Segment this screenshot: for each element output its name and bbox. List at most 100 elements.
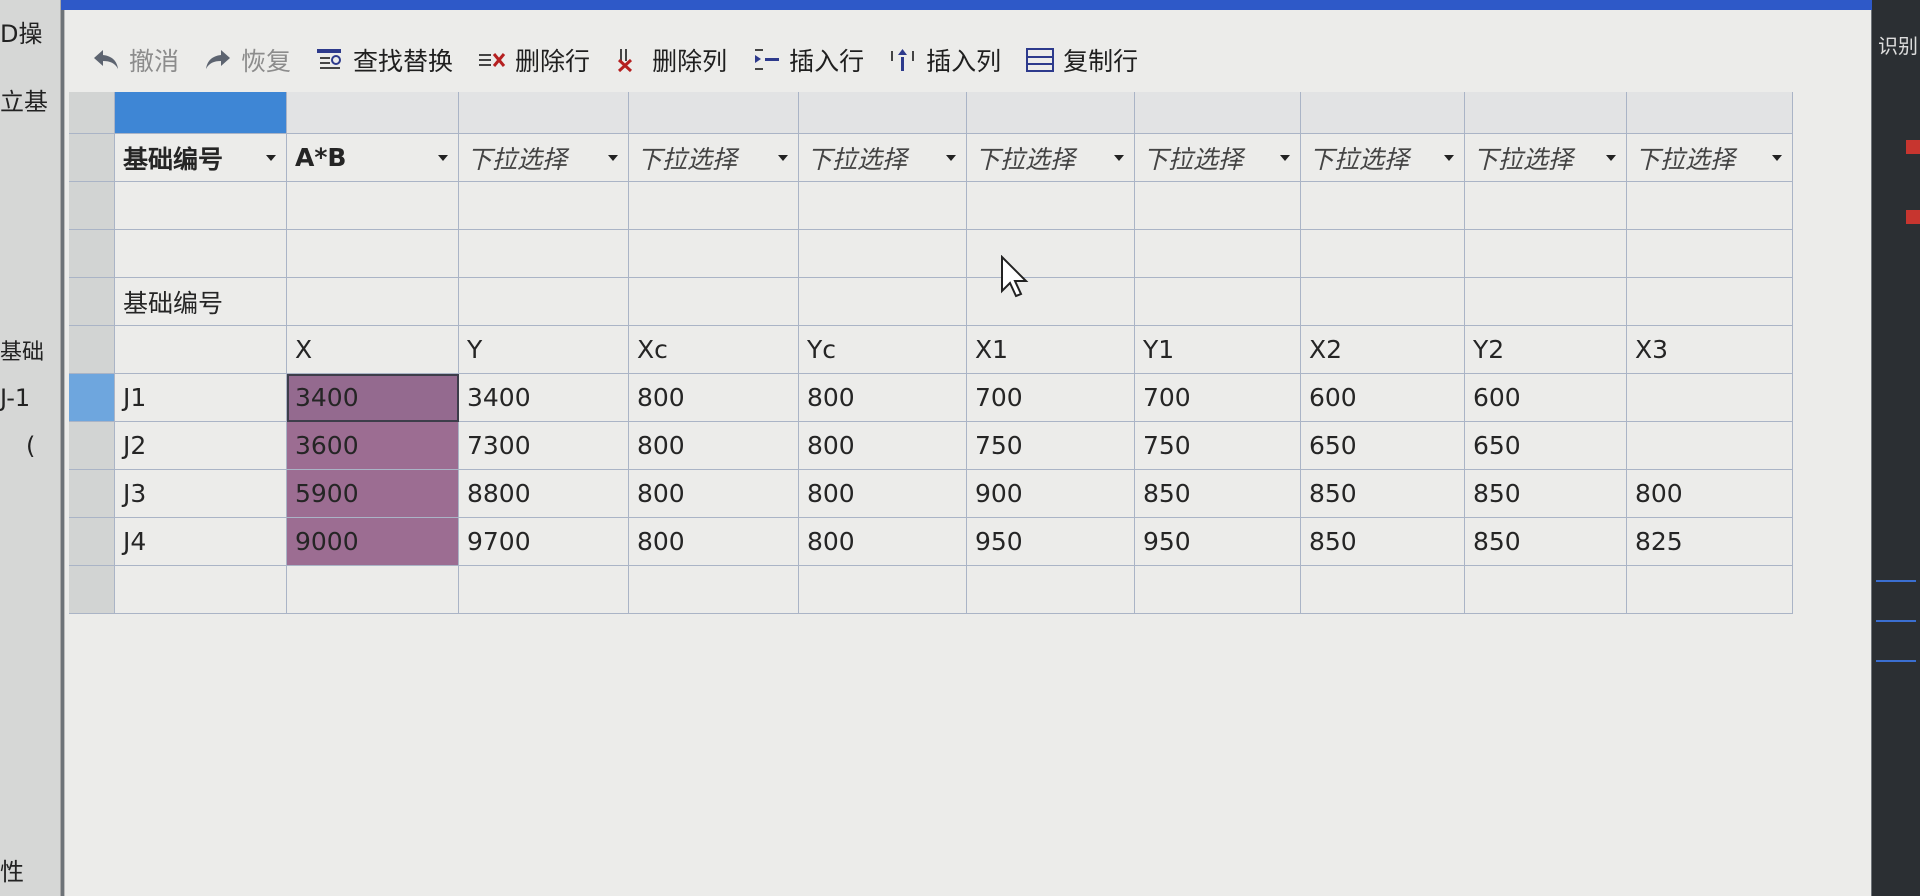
column-header[interactable] (459, 92, 629, 134)
table-cell[interactable] (1627, 422, 1793, 470)
table-cell[interactable] (1465, 230, 1627, 278)
table-cell[interactable] (967, 182, 1135, 230)
column-header[interactable] (967, 92, 1135, 134)
header-cell[interactable]: Xc (629, 326, 799, 374)
table-cell[interactable]: J3 (115, 470, 287, 518)
dropdown-cell[interactable]: 下拉选择 (1301, 134, 1465, 182)
table-cell[interactable]: 800 (799, 470, 967, 518)
header-cell[interactable]: X (287, 326, 459, 374)
table-cell[interactable] (629, 278, 799, 326)
table-cell[interactable]: 3600 (287, 422, 459, 470)
table-cell[interactable] (1465, 566, 1627, 614)
table-cell[interactable] (799, 278, 967, 326)
table-cell[interactable]: 850 (1301, 518, 1465, 566)
table-cell[interactable]: 800 (799, 422, 967, 470)
table-cell[interactable] (1135, 230, 1301, 278)
table-cell[interactable] (1301, 278, 1465, 326)
insert-col-button[interactable]: 插入列 (888, 42, 1001, 78)
table-cell[interactable]: 700 (967, 374, 1135, 422)
chevron-down-icon[interactable] (1280, 154, 1290, 161)
table-cell[interactable]: 600 (1465, 374, 1627, 422)
row-header[interactable] (69, 278, 115, 326)
table-cell[interactable] (287, 182, 459, 230)
table-cell[interactable]: 800 (629, 374, 799, 422)
undo-button[interactable]: 撤消 (91, 42, 179, 78)
column-header[interactable] (799, 92, 967, 134)
table-cell[interactable] (459, 230, 629, 278)
column-header[interactable] (115, 92, 287, 134)
table-cell[interactable] (1627, 182, 1793, 230)
row-header[interactable] (69, 518, 115, 566)
table-cell[interactable]: 850 (1301, 470, 1465, 518)
row-header[interactable] (69, 374, 115, 422)
table-cell[interactable]: 800 (799, 518, 967, 566)
table-cell[interactable]: 9700 (459, 518, 629, 566)
dropdown-cell[interactable]: 下拉选择 (1135, 134, 1301, 182)
table-cell[interactable] (287, 566, 459, 614)
table-cell[interactable] (1135, 566, 1301, 614)
table-cell[interactable] (629, 230, 799, 278)
table-cell[interactable]: 700 (1135, 374, 1301, 422)
header-cell[interactable]: Y1 (1135, 326, 1301, 374)
table-cell[interactable] (459, 278, 629, 326)
table-cell[interactable]: 950 (967, 518, 1135, 566)
table-cell[interactable] (799, 230, 967, 278)
dropdown-cell[interactable]: 下拉选择 (629, 134, 799, 182)
table-cell[interactable] (115, 182, 287, 230)
table-cell[interactable]: J4 (115, 518, 287, 566)
table-cell[interactable]: 950 (1135, 518, 1301, 566)
dropdown-cell[interactable]: 下拉选择 (459, 134, 629, 182)
copy-row-button[interactable]: 复制行 (1025, 42, 1138, 78)
table-cell[interactable]: 650 (1301, 422, 1465, 470)
dropdown-cell[interactable]: 下拉选择 (799, 134, 967, 182)
table-cell[interactable] (1301, 182, 1465, 230)
header-cell[interactable]: X3 (1627, 326, 1793, 374)
column-header[interactable] (1627, 92, 1793, 134)
dropdown-cell[interactable]: 下拉选择 (1627, 134, 1793, 182)
chevron-down-icon[interactable] (438, 154, 448, 161)
table-cell[interactable]: 800 (629, 422, 799, 470)
table-cell[interactable]: 850 (1465, 470, 1627, 518)
chevron-down-icon[interactable] (266, 154, 276, 161)
row-header[interactable] (69, 182, 115, 230)
header-cell[interactable]: X2 (1301, 326, 1465, 374)
delete-col-button[interactable]: 删除列 (614, 42, 727, 78)
table-cell[interactable] (287, 230, 459, 278)
header-cell[interactable]: Yc (799, 326, 967, 374)
column-header[interactable] (1465, 92, 1627, 134)
column-header[interactable] (1135, 92, 1301, 134)
table-cell[interactable] (967, 230, 1135, 278)
table-cell[interactable] (287, 278, 459, 326)
row-header[interactable] (69, 470, 115, 518)
insert-row-button[interactable]: 插入行 (751, 42, 864, 78)
chevron-down-icon[interactable] (1772, 154, 1782, 161)
table-cell[interactable] (1465, 182, 1627, 230)
table-cell[interactable] (115, 566, 287, 614)
table-cell[interactable]: 850 (1465, 518, 1627, 566)
table-cell[interactable] (459, 566, 629, 614)
row-header[interactable] (69, 422, 115, 470)
table-cell[interactable] (1135, 278, 1301, 326)
table-cell[interactable] (629, 566, 799, 614)
table-cell[interactable]: 650 (1465, 422, 1627, 470)
chevron-down-icon[interactable] (946, 154, 956, 161)
table-cell[interactable] (1627, 278, 1793, 326)
dropdown-cell[interactable]: 下拉选择 (1465, 134, 1627, 182)
table-cell[interactable]: 750 (967, 422, 1135, 470)
chevron-down-icon[interactable] (1606, 154, 1616, 161)
table-cell[interactable]: J2 (115, 422, 287, 470)
header-cell[interactable]: X1 (967, 326, 1135, 374)
table-cell[interactable] (1301, 230, 1465, 278)
table-cell[interactable]: 800 (1627, 470, 1793, 518)
table-cell[interactable] (799, 566, 967, 614)
table-cell[interactable] (967, 278, 1135, 326)
find-replace-button[interactable]: 查找替换 (315, 42, 453, 78)
table-cell[interactable]: 800 (629, 518, 799, 566)
header-cell[interactable] (115, 326, 287, 374)
table-cell[interactable]: 9000 (287, 518, 459, 566)
table-cell[interactable]: 800 (799, 374, 967, 422)
table-cell[interactable] (799, 182, 967, 230)
table-cell[interactable] (1627, 374, 1793, 422)
table-cell[interactable]: 825 (1627, 518, 1793, 566)
chevron-down-icon[interactable] (608, 154, 618, 161)
